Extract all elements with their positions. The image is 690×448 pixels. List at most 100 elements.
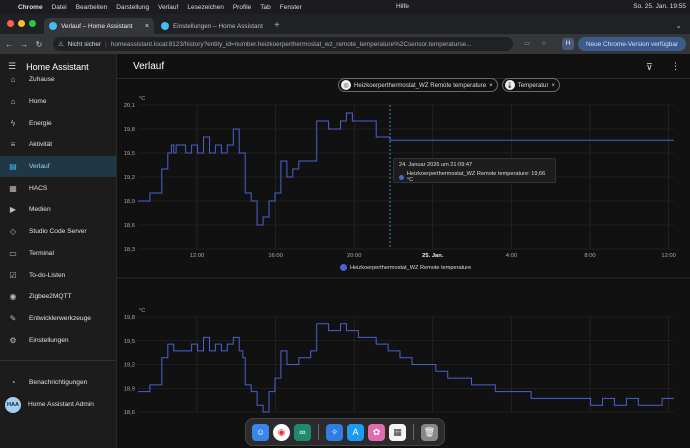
sidebar-item-todo[interactable]: ☑ To-do-Listen	[0, 264, 116, 286]
chrome-icon[interactable]: ◉	[273, 423, 290, 441]
clock[interactable]: So. 25. Jan. 19:55	[633, 3, 686, 10]
sidebar-item-zuhause[interactable]: ⌂ Zuhause	[0, 69, 116, 91]
update-chrome-button[interactable]: Neue Chrome-Version verfügbar	[578, 37, 686, 51]
y-tick-label: 19,5	[124, 339, 135, 345]
cast-icon[interactable]: ▭	[521, 38, 533, 50]
menu-item[interactable]: Datei	[52, 4, 67, 11]
reload-icon[interactable]: ↻	[33, 40, 45, 49]
tab-search-icon[interactable]: ⌄	[667, 21, 690, 34]
sidebar-item-label: Home Assistant Admin	[28, 401, 94, 409]
thermostat-icon: ◎	[341, 80, 351, 90]
safari-icon[interactable]: ✧	[326, 423, 343, 441]
sidebar-item-label: Zigbee2MQTT	[29, 293, 72, 301]
y-tick-label: 19,5	[124, 151, 135, 157]
home-assistant-favicon-icon	[161, 22, 169, 30]
sidebar-item-notifications[interactable]: ◔ Benachrichtigungen	[0, 372, 116, 394]
terminal-icon: ▭	[9, 248, 17, 258]
browser-toolbar: ← → ↻ ⚠ Nicht sicher | homeassistant.loc…	[0, 34, 690, 54]
entity-chip[interactable]: 🌡 Temperatur ×	[501, 78, 561, 92]
y-tick-label: 18,3	[124, 247, 135, 253]
calendar-icon[interactable]: ▦	[389, 423, 406, 441]
menu-item[interactable]: Profile	[233, 4, 251, 11]
menu-item[interactable]: Lesezeichen	[187, 4, 224, 11]
menu-icon[interactable]: ☰	[8, 61, 16, 72]
chip-label: Heizkoerperthermostat_WZ Remote temperat…	[354, 81, 487, 89]
legend-label: Heizkoerperthermostat_WZ Remote temperat…	[350, 264, 472, 271]
browser-tab[interactable]: Verlauf – Home Assistant ×	[44, 18, 154, 34]
zoom-window-button[interactable]	[29, 20, 36, 27]
sidebar-item-verlauf[interactable]: ▤ Verlauf	[0, 155, 116, 178]
gear-icon: ⚙	[9, 335, 17, 345]
sidebar-item-studio-code-server[interactable]: ◇ Studio Code Server	[0, 221, 116, 243]
bookmark-star-icon[interactable]: ☆	[538, 38, 550, 50]
x-tick-label: 25. Jan.	[422, 253, 444, 259]
minimize-window-button[interactable]	[18, 20, 25, 27]
copilot-icon[interactable]: ∞	[294, 423, 311, 441]
bell-icon: ◔	[10, 378, 16, 388]
menu-app-name[interactable]: Chrome	[18, 4, 43, 11]
warning-icon[interactable]: ⚠	[58, 40, 64, 48]
trash-icon[interactable]: 🗑	[421, 423, 438, 441]
sidebar-item-user[interactable]: HAA Home Assistant Admin	[0, 394, 116, 416]
sidebar-item-energie[interactable]: ϟ Energie	[0, 112, 116, 134]
forward-icon[interactable]: →	[18, 40, 30, 49]
sidebar-item-hacs[interactable]: ▦ HACS	[0, 177, 116, 199]
photos-icon[interactable]: ✿	[368, 423, 385, 441]
y-tick-label: 19,8	[124, 127, 135, 133]
new-tab-icon[interactable]: +	[268, 20, 286, 34]
x-tick-label: 4:00	[506, 253, 517, 259]
home-icon: ⌂	[10, 75, 16, 85]
home-assistant-favicon-icon	[49, 22, 57, 30]
thermometer-icon: 🌡	[504, 80, 515, 90]
x-tick-label: 8:00	[584, 253, 595, 259]
history-charts: 20,1 19,8 19,5 19,2 18,9 18,6 18,3 °C 12:00 16:00…	[117, 96, 690, 416]
finder-icon[interactable]: ☺	[252, 423, 269, 441]
avatar: HAA	[5, 396, 21, 413]
back-icon[interactable]: ←	[3, 40, 15, 49]
menu-item[interactable]: Bearbeiten	[76, 4, 107, 11]
sidebar-divider	[0, 360, 116, 361]
sidebar-item-home[interactable]: ⌂ Home	[0, 91, 116, 113]
dock-separator	[318, 424, 319, 440]
wrench-icon: ✎	[9, 313, 17, 323]
app-store-icon[interactable]: A	[347, 423, 364, 441]
sidebar-item-label: To-do-Listen	[29, 271, 66, 279]
sidebar-item-label: Verlauf	[29, 163, 50, 171]
y-axis-unit: °C	[139, 308, 145, 314]
menu-item[interactable]: Verlauf	[158, 4, 178, 11]
tab-title: Einstellungen – Home Assistant	[173, 22, 263, 30]
close-tab-icon[interactable]: ×	[145, 23, 149, 30]
profile-avatar[interactable]: H	[562, 38, 574, 50]
menu-item[interactable]: Fenster	[280, 4, 302, 11]
menu-item[interactable]: Tab	[260, 4, 270, 11]
x-tick-label: 12:00	[661, 253, 676, 259]
y-tick-label: 18,9	[124, 199, 135, 205]
sidebar-item-label: Energie	[29, 119, 52, 127]
legend-swatch	[340, 264, 347, 271]
lightning-icon: ϟ	[10, 118, 16, 128]
browser-tab[interactable]: Einstellungen – Home Assistant ×	[156, 18, 266, 34]
macos-dock: ☺ ◉ ∞ ✧ A ✿ ▦ 🗑	[245, 418, 445, 446]
home-icon: ⌂	[10, 97, 16, 107]
address-bar[interactable]: ⚠ Nicht sicher | homeassistant.local:812…	[53, 37, 513, 51]
sidebar-item-zigbee2mqtt[interactable]: ◉ Zigbee2MQTT	[0, 286, 116, 308]
sidebar-item-aktivitaet[interactable]: ≡ Aktivität	[0, 134, 116, 156]
sidebar-item-medien[interactable]: ▶ Medien	[0, 199, 116, 221]
sidebar-item-einstellungen[interactable]: ⚙ Einstellungen	[0, 329, 116, 351]
chart-icon: ▤	[9, 162, 17, 172]
dock-separator	[413, 424, 414, 440]
sidebar-item-label: Medien	[29, 206, 51, 214]
menu-item[interactable]: Darstellung	[116, 4, 149, 11]
entity-chip[interactable]: ◎ Heizkoerperthermostat_WZ Remote temper…	[338, 78, 498, 92]
remove-chip-icon[interactable]: ×	[551, 82, 555, 89]
chart-legend[interactable]: Heizkoerperthermostat_WZ Remote temperat…	[340, 264, 471, 271]
todo-icon: ☑	[9, 270, 17, 280]
close-window-button[interactable]	[7, 20, 14, 27]
zigbee-icon: ◉	[9, 292, 17, 302]
sidebar-item-terminal[interactable]: ▭ Terminal	[0, 243, 116, 265]
sidebar-item-label: Benachrichtigungen	[29, 379, 88, 387]
url-text[interactable]: homeassistant.local:8123/history?entity_…	[111, 41, 472, 48]
sidebar-item-entwicklerwerkzeuge[interactable]: ✎ Entwicklerwerkzeuge	[0, 308, 116, 330]
menu-item-help[interactable]: Hilfe	[396, 3, 409, 10]
remove-chip-icon[interactable]: ×	[489, 82, 493, 89]
